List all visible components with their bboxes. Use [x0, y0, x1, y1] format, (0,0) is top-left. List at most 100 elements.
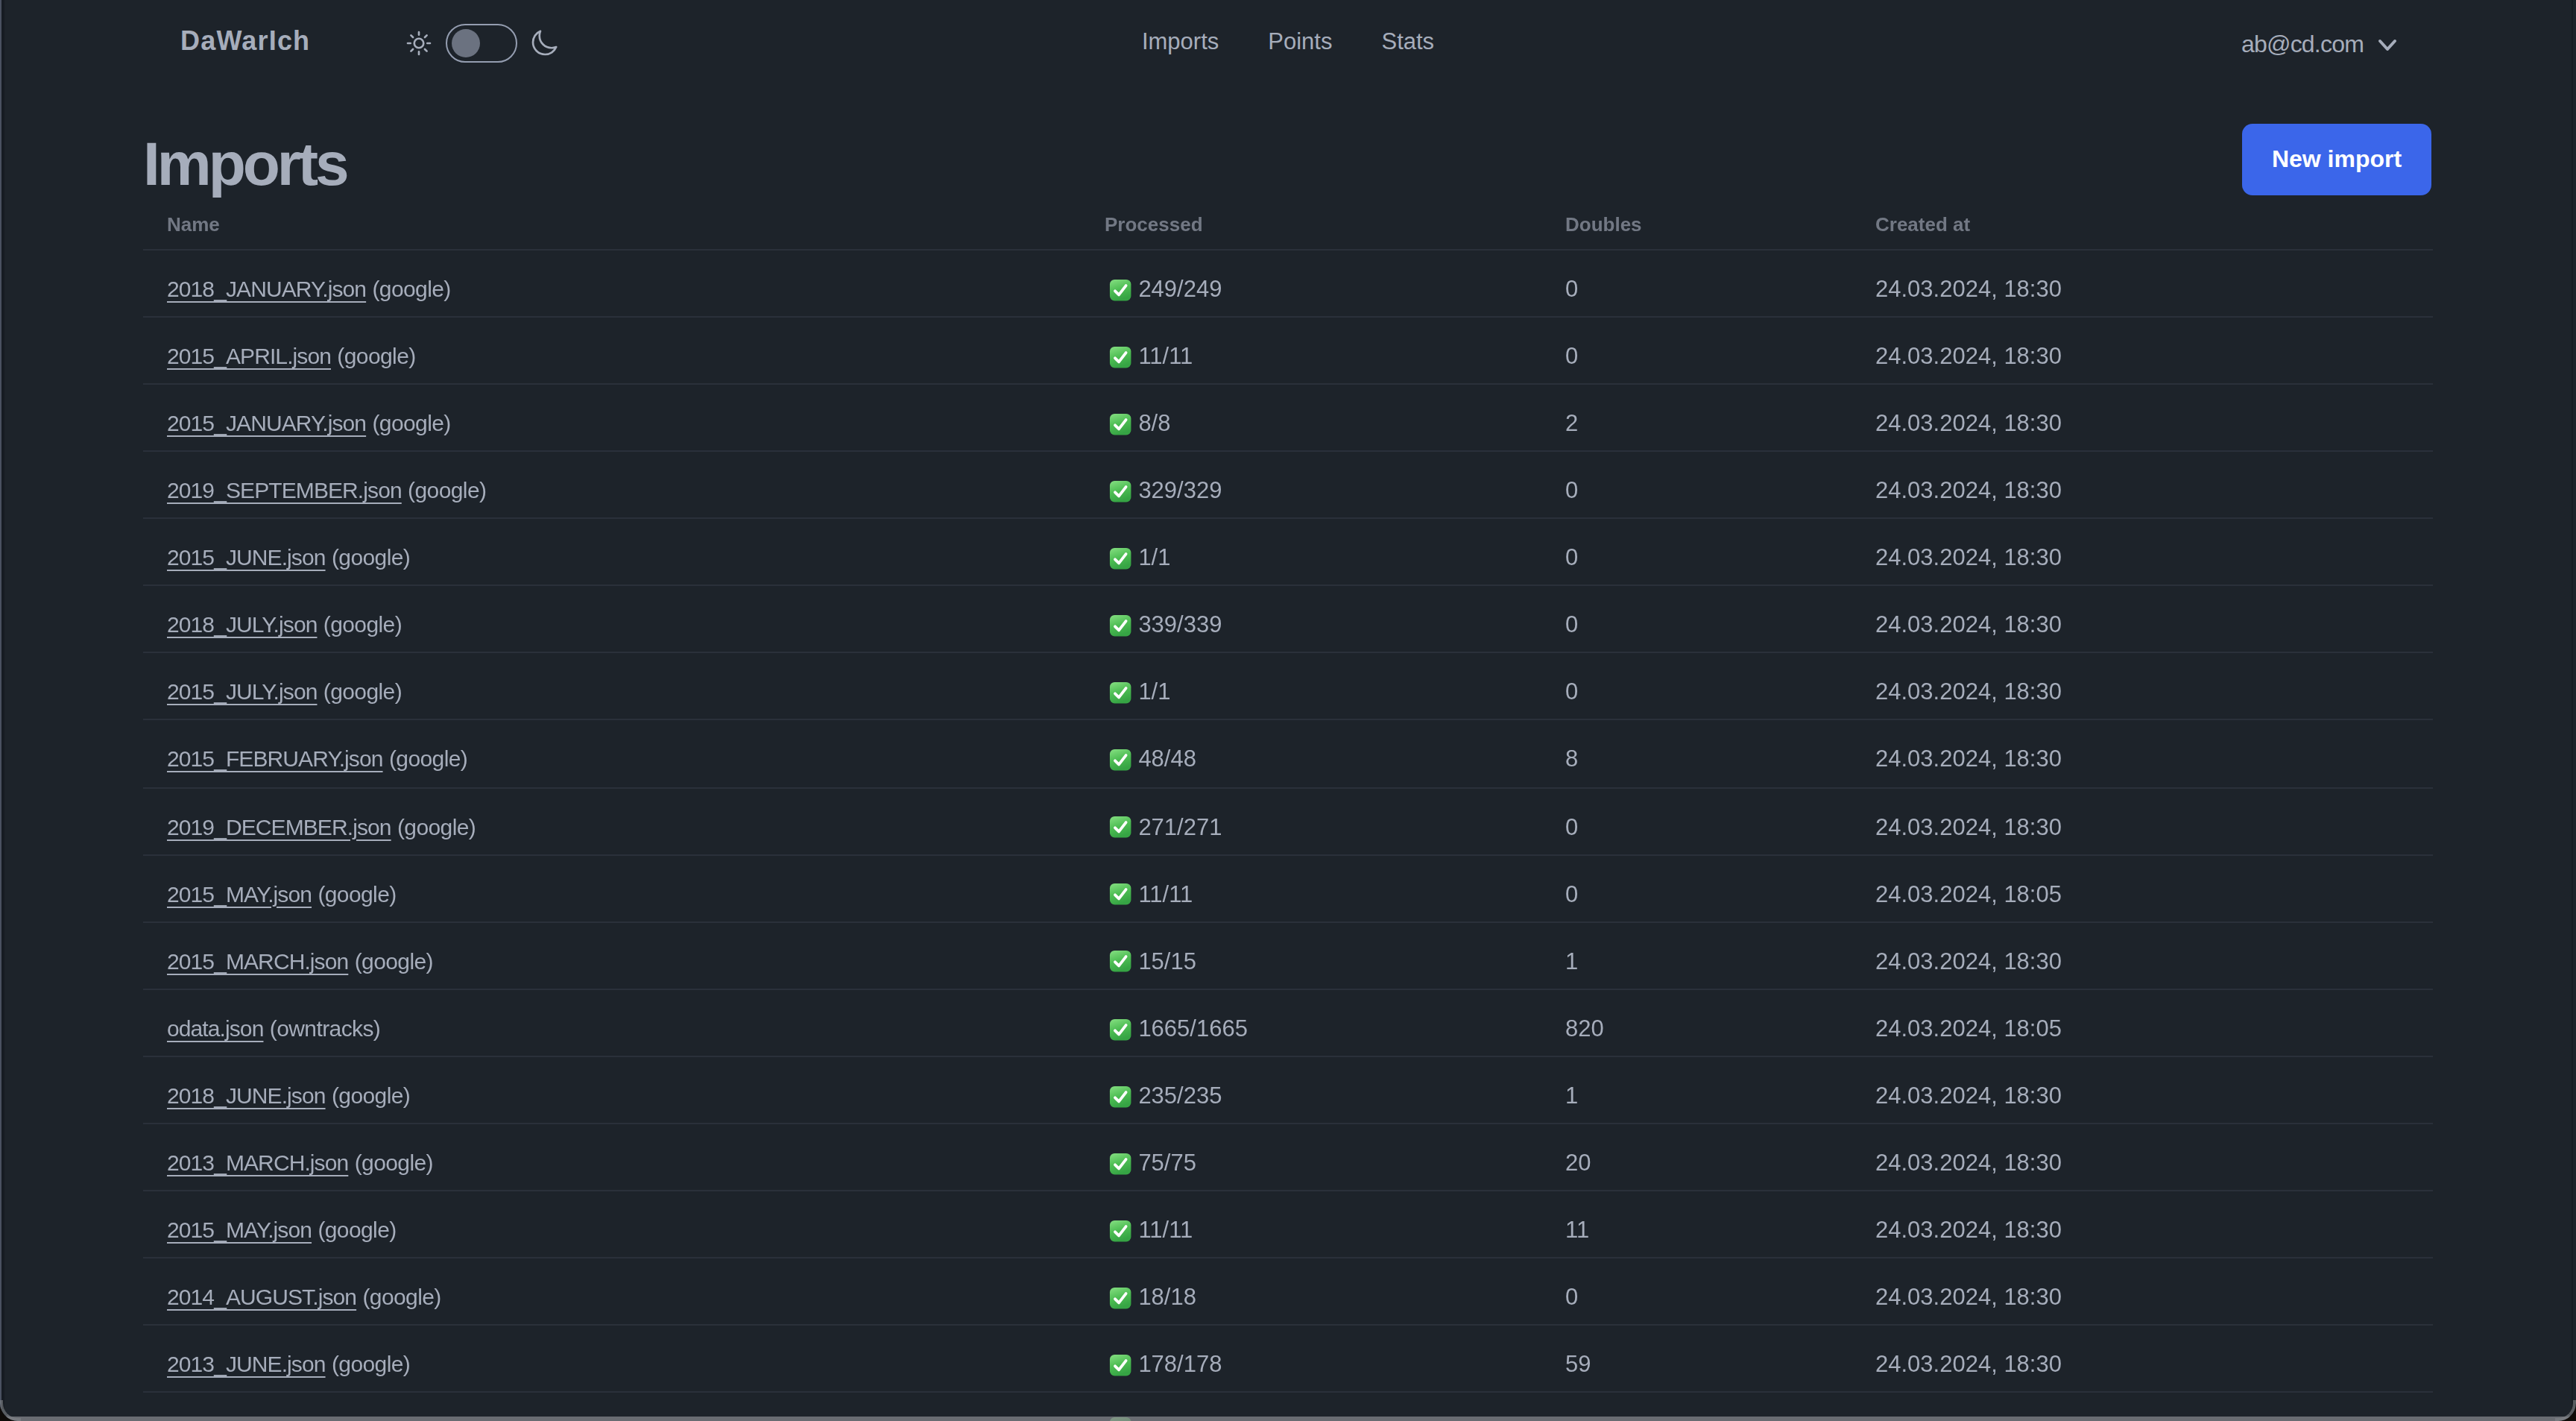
- import-processed-cell: 329/329: [1081, 451, 1541, 518]
- import-file-link[interactable]: 2015_FEBRUARY.json: [167, 746, 383, 772]
- import-created-at-cell: 24.03.2024, 18:05: [1852, 854, 2433, 921]
- import-file-link[interactable]: 2015_MARCH.json: [167, 948, 348, 973]
- doubles-count: 0: [1565, 477, 1578, 502]
- import-doubles-cell: 0: [1541, 1258, 1852, 1325]
- new-import-button[interactable]: New import: [2242, 124, 2431, 195]
- created-at-value: 24.03.2024, 18:30: [1875, 477, 2062, 502]
- processed-count: 8/8: [1138, 410, 1170, 435]
- import-source-label: (google): [397, 813, 476, 839]
- page-scale-root: DaWarIch Imports Points Stats ab@cd.com: [0, 0, 2576, 1421]
- table-row: 2015_APRIL.json (google) 11/11 0 24.03.2…: [143, 317, 2433, 384]
- import-doubles-cell: 0: [1541, 653, 1852, 720]
- import-processed-cell: 271/271: [1081, 787, 1541, 854]
- moon-icon: [529, 28, 559, 58]
- import-created-at-cell: 24.03.2024, 18:30: [1852, 921, 2433, 989]
- import-file-link[interactable]: 2013_JUNE.json: [167, 1351, 326, 1376]
- check-mark-icon: [1109, 1354, 1131, 1376]
- table-row: 2015_MAY.json (google) 11/11 0 24.03.202…: [143, 854, 2433, 921]
- processed-count: 1665/1665: [1138, 1015, 1248, 1040]
- check-mark-icon: [1109, 749, 1131, 772]
- import-source-label: (google): [332, 1083, 410, 1108]
- import-doubles-cell: 0: [1541, 317, 1852, 384]
- created-at-value: 24.03.2024, 18:30: [1875, 813, 2062, 839]
- import-created-at-cell: 24.03.2024, 18:30: [1852, 317, 2433, 384]
- navbar: DaWarIch Imports Points Stats ab@cd.com: [0, 0, 2576, 84]
- import-processed-cell: 1/1: [1081, 519, 1541, 586]
- created-at-value: 24.03.2024, 18:30: [1875, 1284, 2062, 1309]
- import-file-link[interactable]: 2015_MAY.json: [167, 880, 312, 906]
- import-file-link[interactable]: 2018_JANUARY.json: [167, 276, 366, 301]
- import-file-link[interactable]: 2018_JULY.json: [167, 612, 317, 637]
- import-source-label: (google): [372, 410, 450, 435]
- import-file-link[interactable]: 2015_APRIL.json: [167, 343, 331, 368]
- import-source-label: (google): [372, 276, 450, 301]
- created-at-value: 24.03.2024, 18:30: [1875, 545, 2062, 570]
- user-menu[interactable]: ab@cd.com: [2241, 31, 2396, 58]
- import-file-link[interactable]: 2015_JUNE.json: [167, 545, 326, 570]
- import-file-link[interactable]: 2015_MAY.json: [167, 1217, 312, 1242]
- import-name-cell: 2013_MARCH.json (google): [143, 1124, 1081, 1191]
- import-name-cell: 2015_APRIL.json (google): [143, 317, 1081, 384]
- theme-toggle[interactable]: [446, 24, 517, 63]
- doubles-count: 0: [1565, 343, 1578, 368]
- import-created-at-cell: 24.03.2024, 18:30: [1852, 1056, 2433, 1124]
- import-source-label: (google): [318, 1217, 396, 1242]
- table-row: 2015_MAY.json (google) 11/11 11 24.03.20…: [143, 1191, 2433, 1258]
- doubles-count: 8: [1565, 746, 1578, 772]
- nav-link-imports[interactable]: Imports: [1142, 28, 1219, 54]
- table-row: 2013_JUNE.json (google) 178/178 59 24.03…: [143, 1325, 2433, 1392]
- table-header-row: Name Processed Doubles Created at: [143, 183, 2433, 250]
- import-source-label: (google): [337, 343, 415, 368]
- check-mark-icon: [1109, 614, 1131, 637]
- table-row: 2015_JUNE.json (google) 1/1 0 24.03.2024…: [143, 519, 2433, 586]
- processed-count: 249/249: [1138, 276, 1222, 301]
- app-window: DaWarIch Imports Points Stats ab@cd.com: [0, 0, 2576, 1421]
- doubles-count: 0: [1565, 813, 1578, 839]
- import-doubles-cell: 0: [1541, 451, 1852, 518]
- import-created-at-cell: 24.03.2024, 18:30: [1852, 384, 2433, 451]
- brand-logo[interactable]: DaWarIch: [180, 26, 310, 57]
- processed-count: 75/75: [1138, 1150, 1196, 1175]
- created-at-value: 24.03.2024, 18:05: [1875, 880, 2062, 906]
- check-mark-icon: [1109, 883, 1131, 906]
- theme-switcher: [404, 24, 559, 63]
- import-source-label: (google): [408, 477, 486, 502]
- created-at-value: 24.03.2024, 18:30: [1875, 343, 2062, 368]
- import-doubles-cell: 59: [1541, 1325, 1852, 1392]
- import-source-label: (google): [355, 948, 433, 973]
- doubles-count: 0: [1565, 545, 1578, 570]
- nav-link-points[interactable]: Points: [1268, 28, 1332, 54]
- import-name-cell: 2015_FEBRUARY.json (google): [143, 720, 1081, 787]
- import-name-cell: 2013_JUNE.json (google): [143, 1325, 1081, 1392]
- import-file-link[interactable]: 2014_AUGUST.json: [167, 1284, 356, 1309]
- chevron-down-icon: [2377, 38, 2396, 51]
- import-file-link[interactable]: 2015_JULY.json: [167, 679, 317, 705]
- import-created-at-cell: 24.03.2024, 18:30: [1852, 787, 2433, 854]
- doubles-count: 0: [1565, 1284, 1578, 1309]
- nav-link-stats[interactable]: Stats: [1381, 28, 1434, 54]
- nav-menu: Imports Points Stats: [1142, 28, 1434, 55]
- processed-count: 11/11: [1138, 343, 1193, 368]
- main-content: Imports New import Name Processed Double…: [143, 84, 2433, 1421]
- import-created-at-cell: 24.03.2024, 18:30: [1852, 519, 2433, 586]
- doubles-count: 59: [1565, 1351, 1591, 1376]
- doubles-count: 820: [1565, 1015, 1604, 1040]
- created-at-value: 24.03.2024, 18:30: [1875, 1083, 2062, 1108]
- import-file-link[interactable]: 2015_JANUARY.json: [167, 410, 366, 435]
- created-at-value: 24.03.2024, 18:30: [1875, 948, 2062, 973]
- check-mark-icon: [1109, 681, 1131, 704]
- import-file-link[interactable]: 2019_SEPTEMBER.json: [167, 477, 402, 502]
- import-created-at-cell: 24.03.2024, 18:30: [1852, 720, 2433, 787]
- import-file-link[interactable]: 2013_MARCH.json: [167, 1150, 348, 1175]
- import-file-link[interactable]: 2018_JUNE.json: [167, 1083, 326, 1108]
- table-row: odata.json (owntracks) 1665/1665 820 24.…: [143, 989, 2433, 1056]
- import-name-cell: 2019_DECEMBER.json (google): [143, 787, 1081, 854]
- doubles-count: 2: [1565, 410, 1578, 435]
- import-file-link[interactable]: 2019_DECEMBER.json: [167, 813, 391, 839]
- import-file-link[interactable]: odata.json: [167, 1015, 263, 1040]
- nav-item-points: Points: [1268, 28, 1332, 55]
- import-processed-cell: 11/11: [1081, 1191, 1541, 1258]
- import-doubles-cell: 0: [1541, 586, 1852, 653]
- import-name-cell: 2018_JUNE.json (google): [143, 1056, 1081, 1124]
- check-mark-icon: [1109, 1287, 1131, 1309]
